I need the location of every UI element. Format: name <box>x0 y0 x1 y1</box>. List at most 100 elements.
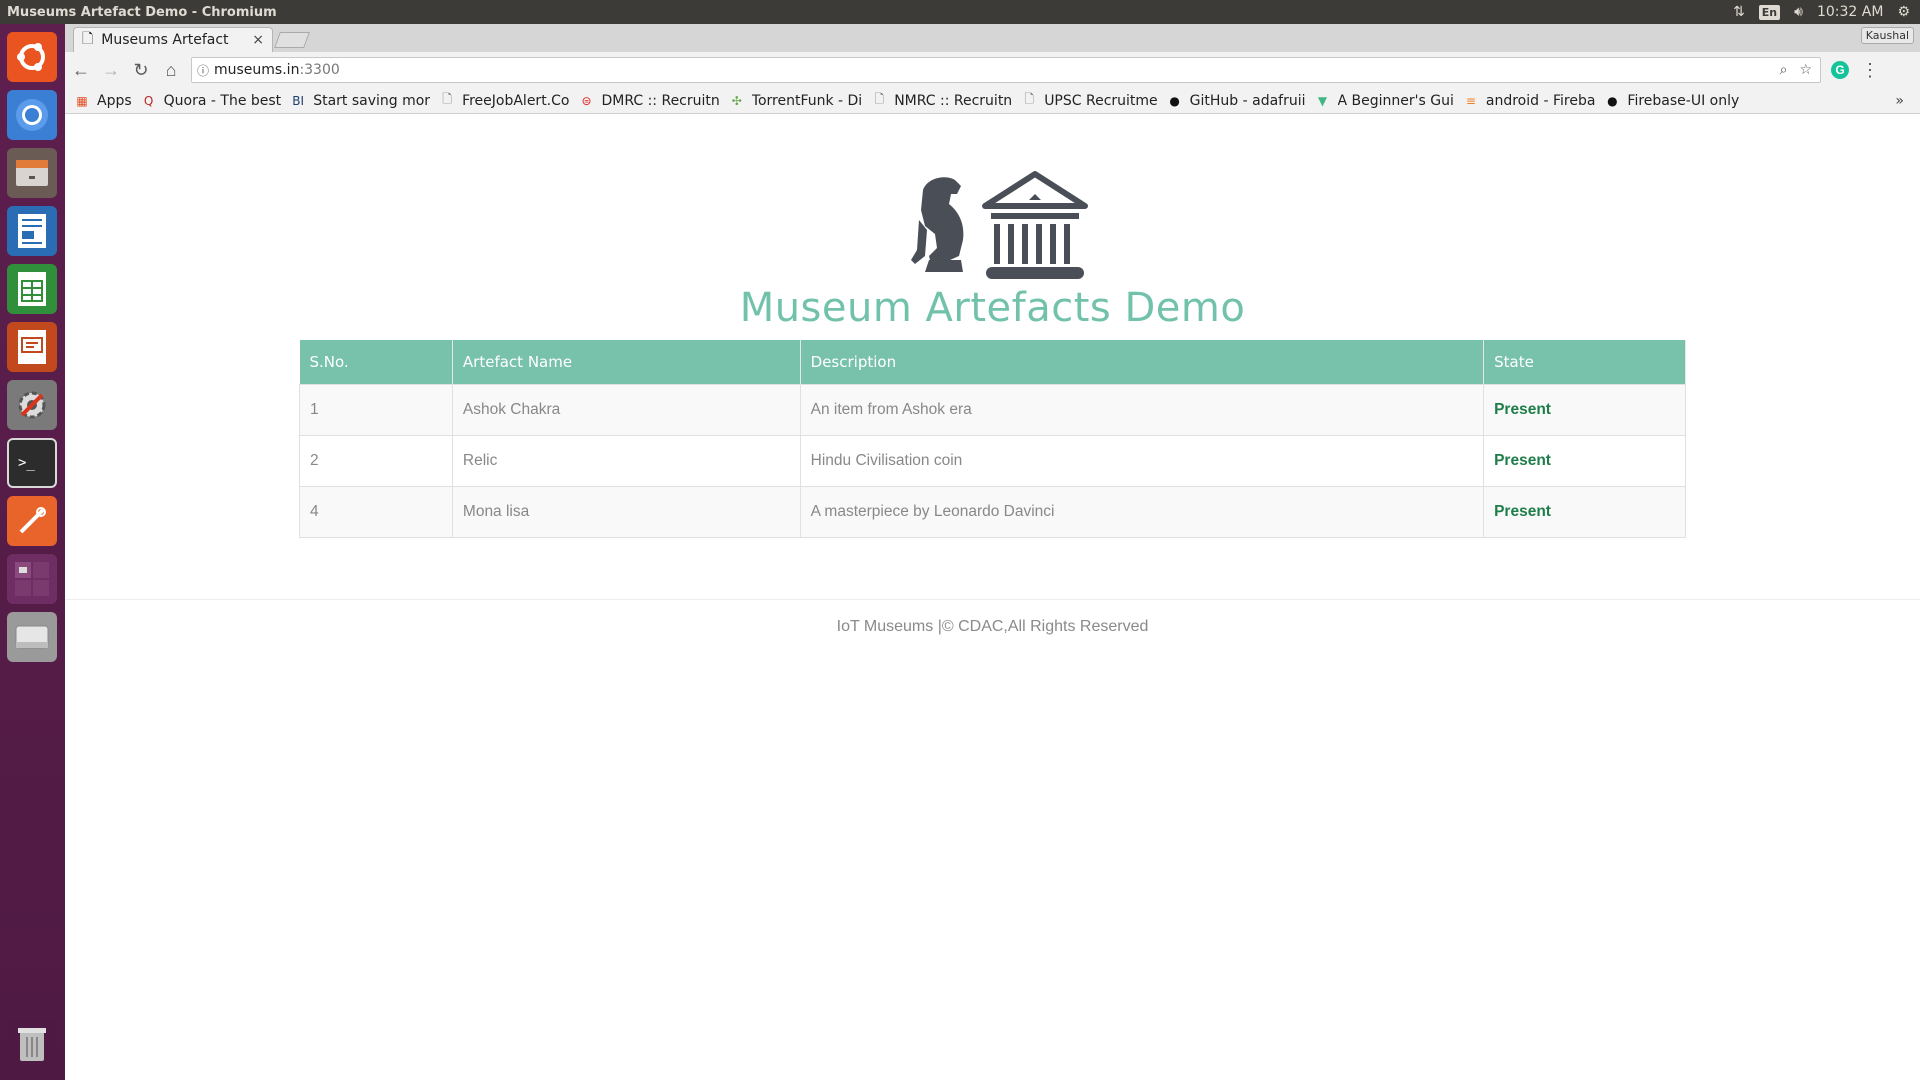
forward-arrow-icon[interactable]: → <box>97 56 125 84</box>
page-footer: IoT Museums |© CDAC,All Rights Reserved <box>836 618 1149 635</box>
tab-title: Museums Artefact <box>101 32 229 48</box>
github-icon: ● <box>1169 93 1180 108</box>
column-header-state: State <box>1483 340 1686 384</box>
cell-sno: 4 <box>299 485 453 538</box>
bookmark-item[interactable]: ● GitHub - adafruii <box>1168 92 1306 109</box>
bookmark-item[interactable]: ≡ android - Fireba <box>1464 93 1596 109</box>
trash-icon[interactable] <box>7 1019 57 1069</box>
zoom-icon[interactable]: ⌕ <box>1780 62 1788 78</box>
cell-state: Present <box>1483 434 1686 487</box>
browser-menu-icon[interactable]: ⋮ <box>1861 60 1879 81</box>
profile-button[interactable]: Kaushal <box>1860 27 1914 44</box>
bookmark-label: Quora - The best <box>163 92 282 109</box>
tab-strip: 🗋 Museums Artefact × Kaushal <box>65 24 1920 52</box>
bookmark-item[interactable]: 🗋 FreeJobAlert.Co <box>440 90 569 111</box>
stackoverflow-icon: ≡ <box>1465 93 1476 108</box>
writer-icon[interactable] <box>7 206 57 256</box>
cell-sno: 1 <box>299 383 453 436</box>
column-header-artefact-name: Artefact Name <box>452 340 801 384</box>
bookmarks-overflow-button[interactable]: » <box>1895 93 1920 109</box>
cell-description: An item from Ashok era <box>799 383 1485 436</box>
bookmark-label: UPSC Recruitme <box>1044 92 1158 109</box>
bookmark-item[interactable]: BI Start saving mor <box>291 93 430 109</box>
bookmark-label: DMRC :: Recruitn <box>601 92 720 109</box>
bookmark-item[interactable]: ▦ Apps <box>75 93 131 109</box>
cell-artefact-name: Ashok Chakra <box>451 383 801 436</box>
settings-gear-icon[interactable]: ⚙ <box>1897 4 1910 20</box>
page-favicon-icon: 🗋 <box>82 31 94 47</box>
page-icon: 🗋 <box>874 92 885 106</box>
column-header-description: Description <box>800 340 1485 384</box>
browser-toolbar: ← → ↻ ⌂ ⓘ museums.in:3300 ⌕ ☆ G ⋮ <box>65 52 1920 88</box>
calc-icon[interactable] <box>7 264 57 314</box>
reload-icon[interactable]: ↻ <box>127 56 155 84</box>
chromium-icon[interactable] <box>7 90 57 140</box>
pencil-app-icon[interactable] <box>7 496 57 546</box>
tab-close-icon[interactable]: × <box>252 32 264 48</box>
disk-icon[interactable] <box>7 612 57 662</box>
address-bar[interactable]: ⓘ museums.in:3300 ⌕ ☆ <box>191 57 1821 83</box>
grammarly-extension-icon[interactable]: G <box>1831 61 1849 79</box>
cell-state: Present <box>1483 485 1686 538</box>
table-row: 4 Mona lisa A masterpiece by Leonardo Da… <box>299 485 1686 538</box>
network-icon[interactable]: ⇅ <box>1733 4 1745 20</box>
cell-description: Hindu Civilisation coin <box>799 434 1485 487</box>
system-settings-icon[interactable] <box>7 380 57 430</box>
launcher: >_ <box>0 24 65 1080</box>
new-tab-button[interactable] <box>274 32 310 48</box>
bookmark-item[interactable]: 🗋 NMRC :: Recruitn <box>872 90 1012 111</box>
clock[interactable]: 10:32 AM <box>1817 4 1883 20</box>
svg-text:>_: >_ <box>18 455 35 471</box>
bookmark-star-icon[interactable]: ☆ <box>1799 62 1812 78</box>
url-port: :3300 <box>299 62 340 78</box>
keyboard-language-indicator[interactable]: En <box>1758 4 1781 20</box>
back-arrow-icon[interactable]: ← <box>67 56 95 84</box>
home-icon[interactable]: ⌂ <box>157 56 185 84</box>
terminal-icon[interactable]: >_ <box>7 438 57 488</box>
museum-building-icon <box>982 171 1088 279</box>
site-info-icon[interactable]: ⓘ <box>192 62 214 79</box>
bookmark-item[interactable]: ● Firebase-UI only <box>1605 93 1739 109</box>
bookmark-label: GitHub - adafruii <box>1189 92 1306 109</box>
bi-icon: BI <box>292 93 305 108</box>
impress-icon[interactable] <box>7 322 57 372</box>
bookmark-label: Start saving mor <box>313 92 431 109</box>
web-page: Museum Artefacts Demo S.No. Artefact Nam… <box>65 115 1920 1080</box>
torrent-icon: ✣ <box>731 93 742 108</box>
github-icon: ● <box>1607 93 1618 108</box>
cell-description: A masterpiece by Leonardo Davinci <box>799 485 1485 538</box>
bookmarks-bar: ▦ Apps Q Quora - The best BI Start saving mor… <box>65 88 1920 114</box>
column-header-sno: S.No. <box>299 340 453 384</box>
window-title: Museums Artefact Demo - Chromium <box>7 4 277 20</box>
bookmark-label: android - Fireba <box>1485 92 1596 109</box>
museum-logo <box>911 171 1088 279</box>
bookmark-item[interactable]: 🗋 UPSC Recruitme <box>1022 90 1157 111</box>
vue-icon: ▼ <box>1317 93 1328 108</box>
bookmark-label: FreeJobAlert.Co <box>462 92 570 109</box>
workspaces-icon[interactable] <box>7 554 57 604</box>
dmrc-icon: ⊜ <box>581 93 592 108</box>
files-icon[interactable] <box>7 148 57 198</box>
url-host: museums.in <box>214 62 300 78</box>
cell-artefact-name: Mona lisa <box>451 485 801 538</box>
bookmark-item[interactable]: ▼ A Beginner's Gui <box>1316 93 1454 109</box>
bookmark-item[interactable]: ✣ TorrentFunk - Di <box>730 93 862 109</box>
system-top-bar: Museums Artefact Demo - Chromium ⇅ En 🔊︎… <box>0 0 1920 24</box>
ubuntu-dash-icon[interactable] <box>7 32 57 82</box>
volume-icon[interactable]: 🔊︎ <box>1794 4 1803 20</box>
bookmark-item[interactable]: ⊜ DMRC :: Recruitn <box>579 93 719 109</box>
page-title: Museum Artefacts Demo <box>739 285 1246 331</box>
bookmark-label: Firebase-UI only <box>1627 92 1740 109</box>
pharaoh-statue-icon <box>911 177 964 272</box>
bookmark-item[interactable]: Q Quora - The best <box>142 92 282 109</box>
table-row: 1 Ashok Chakra An item from Ashok era Pr… <box>299 383 1686 436</box>
bookmark-label: TorrentFunk - Di <box>751 92 863 109</box>
bookmark-label: A Beginner's Gui <box>1337 92 1454 109</box>
table-header-row: S.No. Artefact Name Description State <box>299 340 1686 384</box>
browser-tab[interactable]: 🗋 Museums Artefact × <box>73 27 273 52</box>
system-tray: ⇅ En 🔊︎ 10:32 AM ⚙ <box>1733 4 1920 20</box>
bookmark-label: NMRC :: Recruitn <box>894 92 1013 109</box>
page-icon: 🗋 <box>1024 92 1035 106</box>
cell-state: Present <box>1483 383 1686 436</box>
artefacts-table: S.No. Artefact Name Description State 1 … <box>299 340 1686 538</box>
